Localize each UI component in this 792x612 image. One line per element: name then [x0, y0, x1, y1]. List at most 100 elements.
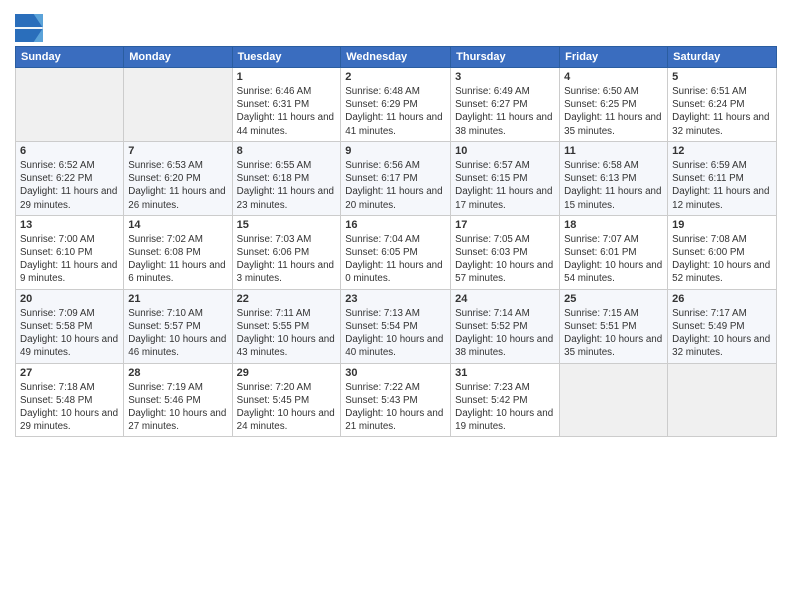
day-info: Sunrise: 7:08 AM Sunset: 6:00 PM Dayligh… — [672, 233, 772, 286]
day-info: Sunrise: 6:59 AM Sunset: 6:11 PM Dayligh… — [672, 159, 772, 212]
day-info: Sunrise: 6:51 AM Sunset: 6:24 PM Dayligh… — [672, 85, 772, 138]
calendar-header: SundayMondayTuesdayWednesdayThursdayFrid… — [16, 47, 777, 68]
day-number: 14 — [128, 219, 227, 231]
day-info: Sunrise: 7:10 AM Sunset: 5:57 PM Dayligh… — [128, 307, 227, 360]
day-info: Sunrise: 7:05 AM Sunset: 6:03 PM Dayligh… — [455, 233, 555, 286]
calendar-cell: 6 Sunrise: 6:52 AM Sunset: 6:22 PM Daylig… — [16, 141, 124, 215]
calendar-cell: 19 Sunrise: 7:08 AM Sunset: 6:00 PM Dayli… — [668, 215, 777, 289]
day-number: 12 — [672, 145, 772, 157]
day-number: 19 — [672, 219, 772, 231]
calendar-week-row: 27 Sunrise: 7:18 AM Sunset: 5:48 PM Dayli… — [16, 363, 777, 437]
day-number: 30 — [345, 367, 446, 379]
day-number: 28 — [128, 367, 227, 379]
day-number: 3 — [455, 71, 555, 83]
day-info: Sunrise: 6:57 AM Sunset: 6:15 PM Dayligh… — [455, 159, 555, 212]
day-number: 4 — [564, 71, 663, 83]
calendar-cell: 17Sunrise: 7:05 AM Sunset: 6:03 PM Dayli… — [451, 215, 560, 289]
calendar-cell: 13Sunrise: 7:00 AM Sunset: 6:10 PM Dayli… — [16, 215, 124, 289]
day-info: Sunrise: 6:48 AM Sunset: 6:29 PM Dayligh… — [345, 85, 446, 138]
day-info: Sunrise: 7:14 AM Sunset: 5:52 PM Dayligh… — [455, 307, 555, 360]
day-info: Sunrise: 7:07 AM Sunset: 6:01 PM Dayligh… — [564, 233, 663, 286]
weekday-header: Friday — [560, 47, 668, 68]
calendar-cell: 31Sunrise: 7:23 AM Sunset: 5:42 PM Dayli… — [451, 363, 560, 437]
calendar-cell: 23 Sunrise: 7:13 AM Sunset: 5:54 PM Dayli… — [341, 289, 451, 363]
day-info: Sunrise: 7:02 AM Sunset: 6:08 PM Dayligh… — [128, 233, 227, 286]
day-info: Sunrise: 7:03 AM Sunset: 6:06 PM Dayligh… — [237, 233, 337, 286]
day-number: 6 — [20, 145, 119, 157]
calendar-week-row: 13Sunrise: 7:00 AM Sunset: 6:10 PM Dayli… — [16, 215, 777, 289]
calendar-cell: 18Sunrise: 7:07 AM Sunset: 6:01 PM Dayli… — [560, 215, 668, 289]
calendar-week-row: 20 Sunrise: 7:09 AM Sunset: 5:58 PM Dayli… — [16, 289, 777, 363]
day-info: Sunrise: 6:49 AM Sunset: 6:27 PM Dayligh… — [455, 85, 555, 138]
calendar-table: SundayMondayTuesdayWednesdayThursdayFrid… — [15, 46, 777, 437]
header — [15, 10, 777, 42]
day-info: Sunrise: 7:20 AM Sunset: 5:45 PM Dayligh… — [237, 381, 337, 434]
day-info: Sunrise: 7:09 AM Sunset: 5:58 PM Dayligh… — [20, 307, 119, 360]
day-info: Sunrise: 7:13 AM Sunset: 5:54 PM Dayligh… — [345, 307, 446, 360]
day-number: 2 — [345, 71, 446, 83]
page-container: SundayMondayTuesdayWednesdayThursdayFrid… — [0, 0, 792, 447]
calendar-cell: 3 Sunrise: 6:49 AM Sunset: 6:27 PM Daylig… — [451, 68, 560, 142]
day-number: 9 — [345, 145, 446, 157]
weekday-row: SundayMondayTuesdayWednesdayThursdayFrid… — [16, 47, 777, 68]
day-number: 13 — [20, 219, 119, 231]
calendar-cell: 22 Sunrise: 7:11 AM Sunset: 5:55 PM Dayli… — [232, 289, 341, 363]
day-info: Sunrise: 7:17 AM Sunset: 5:49 PM Dayligh… — [672, 307, 772, 360]
weekday-header: Wednesday — [341, 47, 451, 68]
day-info: Sunrise: 7:15 AM Sunset: 5:51 PM Dayligh… — [564, 307, 663, 360]
calendar-cell: 15 Sunrise: 7:03 AM Sunset: 6:06 PM Dayli… — [232, 215, 341, 289]
weekday-header: Thursday — [451, 47, 560, 68]
weekday-header: Tuesday — [232, 47, 341, 68]
calendar-cell: 2 Sunrise: 6:48 AM Sunset: 6:29 PM Daylig… — [341, 68, 451, 142]
calendar-cell: 1Sunrise: 6:46 AM Sunset: 6:31 PM Daylig… — [232, 68, 341, 142]
calendar-cell: 21 Sunrise: 7:10 AM Sunset: 5:57 PM Dayli… — [124, 289, 232, 363]
day-info: Sunrise: 7:18 AM Sunset: 5:48 PM Dayligh… — [20, 381, 119, 434]
logo — [15, 14, 45, 42]
day-number: 10 — [455, 145, 555, 157]
calendar-cell: 26 Sunrise: 7:17 AM Sunset: 5:49 PM Dayli… — [668, 289, 777, 363]
calendar-cell: 30Sunrise: 7:22 AM Sunset: 5:43 PM Dayli… — [341, 363, 451, 437]
day-number: 22 — [237, 293, 337, 305]
day-number: 21 — [128, 293, 227, 305]
day-number: 8 — [237, 145, 337, 157]
day-info: Sunrise: 6:55 AM Sunset: 6:18 PM Dayligh… — [237, 159, 337, 212]
day-info: Sunrise: 6:53 AM Sunset: 6:20 PM Dayligh… — [128, 159, 227, 212]
day-number: 1 — [237, 71, 337, 83]
calendar-cell: 7 Sunrise: 6:53 AM Sunset: 6:20 PM Daylig… — [124, 141, 232, 215]
calendar-cell: 25Sunrise: 7:15 AM Sunset: 5:51 PM Dayli… — [560, 289, 668, 363]
calendar-cell: 8 Sunrise: 6:55 AM Sunset: 6:18 PM Daylig… — [232, 141, 341, 215]
calendar-cell: 14 Sunrise: 7:02 AM Sunset: 6:08 PM Dayli… — [124, 215, 232, 289]
weekday-header: Monday — [124, 47, 232, 68]
weekday-header: Saturday — [668, 47, 777, 68]
day-number: 7 — [128, 145, 227, 157]
day-number: 26 — [672, 293, 772, 305]
day-info: Sunrise: 7:04 AM Sunset: 6:05 PM Dayligh… — [345, 233, 446, 286]
calendar-cell: 11 Sunrise: 6:58 AM Sunset: 6:13 PM Dayli… — [560, 141, 668, 215]
calendar-cell — [16, 68, 124, 142]
calendar-cell — [560, 363, 668, 437]
day-number: 27 — [20, 367, 119, 379]
day-info: Sunrise: 6:58 AM Sunset: 6:13 PM Dayligh… — [564, 159, 663, 212]
day-info: Sunrise: 6:50 AM Sunset: 6:25 PM Dayligh… — [564, 85, 663, 138]
day-number: 23 — [345, 293, 446, 305]
logo-icon — [15, 14, 43, 42]
calendar-cell — [124, 68, 232, 142]
calendar-cell: 27 Sunrise: 7:18 AM Sunset: 5:48 PM Dayli… — [16, 363, 124, 437]
calendar-cell: 4 Sunrise: 6:50 AM Sunset: 6:25 PM Daylig… — [560, 68, 668, 142]
calendar-week-row: 1Sunrise: 6:46 AM Sunset: 6:31 PM Daylig… — [16, 68, 777, 142]
day-number: 24 — [455, 293, 555, 305]
calendar-cell: 28Sunrise: 7:19 AM Sunset: 5:46 PM Dayli… — [124, 363, 232, 437]
day-number: 31 — [455, 367, 555, 379]
day-number: 15 — [237, 219, 337, 231]
day-number: 20 — [20, 293, 119, 305]
day-info: Sunrise: 6:52 AM Sunset: 6:22 PM Dayligh… — [20, 159, 119, 212]
day-number: 5 — [672, 71, 772, 83]
calendar-cell — [668, 363, 777, 437]
calendar-cell: 9Sunrise: 6:56 AM Sunset: 6:17 PM Daylig… — [341, 141, 451, 215]
calendar-cell: 24 Sunrise: 7:14 AM Sunset: 5:52 PM Dayli… — [451, 289, 560, 363]
day-number: 11 — [564, 145, 663, 157]
day-info: Sunrise: 7:11 AM Sunset: 5:55 PM Dayligh… — [237, 307, 337, 360]
day-number: 29 — [237, 367, 337, 379]
calendar-cell: 29 Sunrise: 7:20 AM Sunset: 5:45 PM Dayli… — [232, 363, 341, 437]
calendar-body: 1Sunrise: 6:46 AM Sunset: 6:31 PM Daylig… — [16, 68, 777, 437]
